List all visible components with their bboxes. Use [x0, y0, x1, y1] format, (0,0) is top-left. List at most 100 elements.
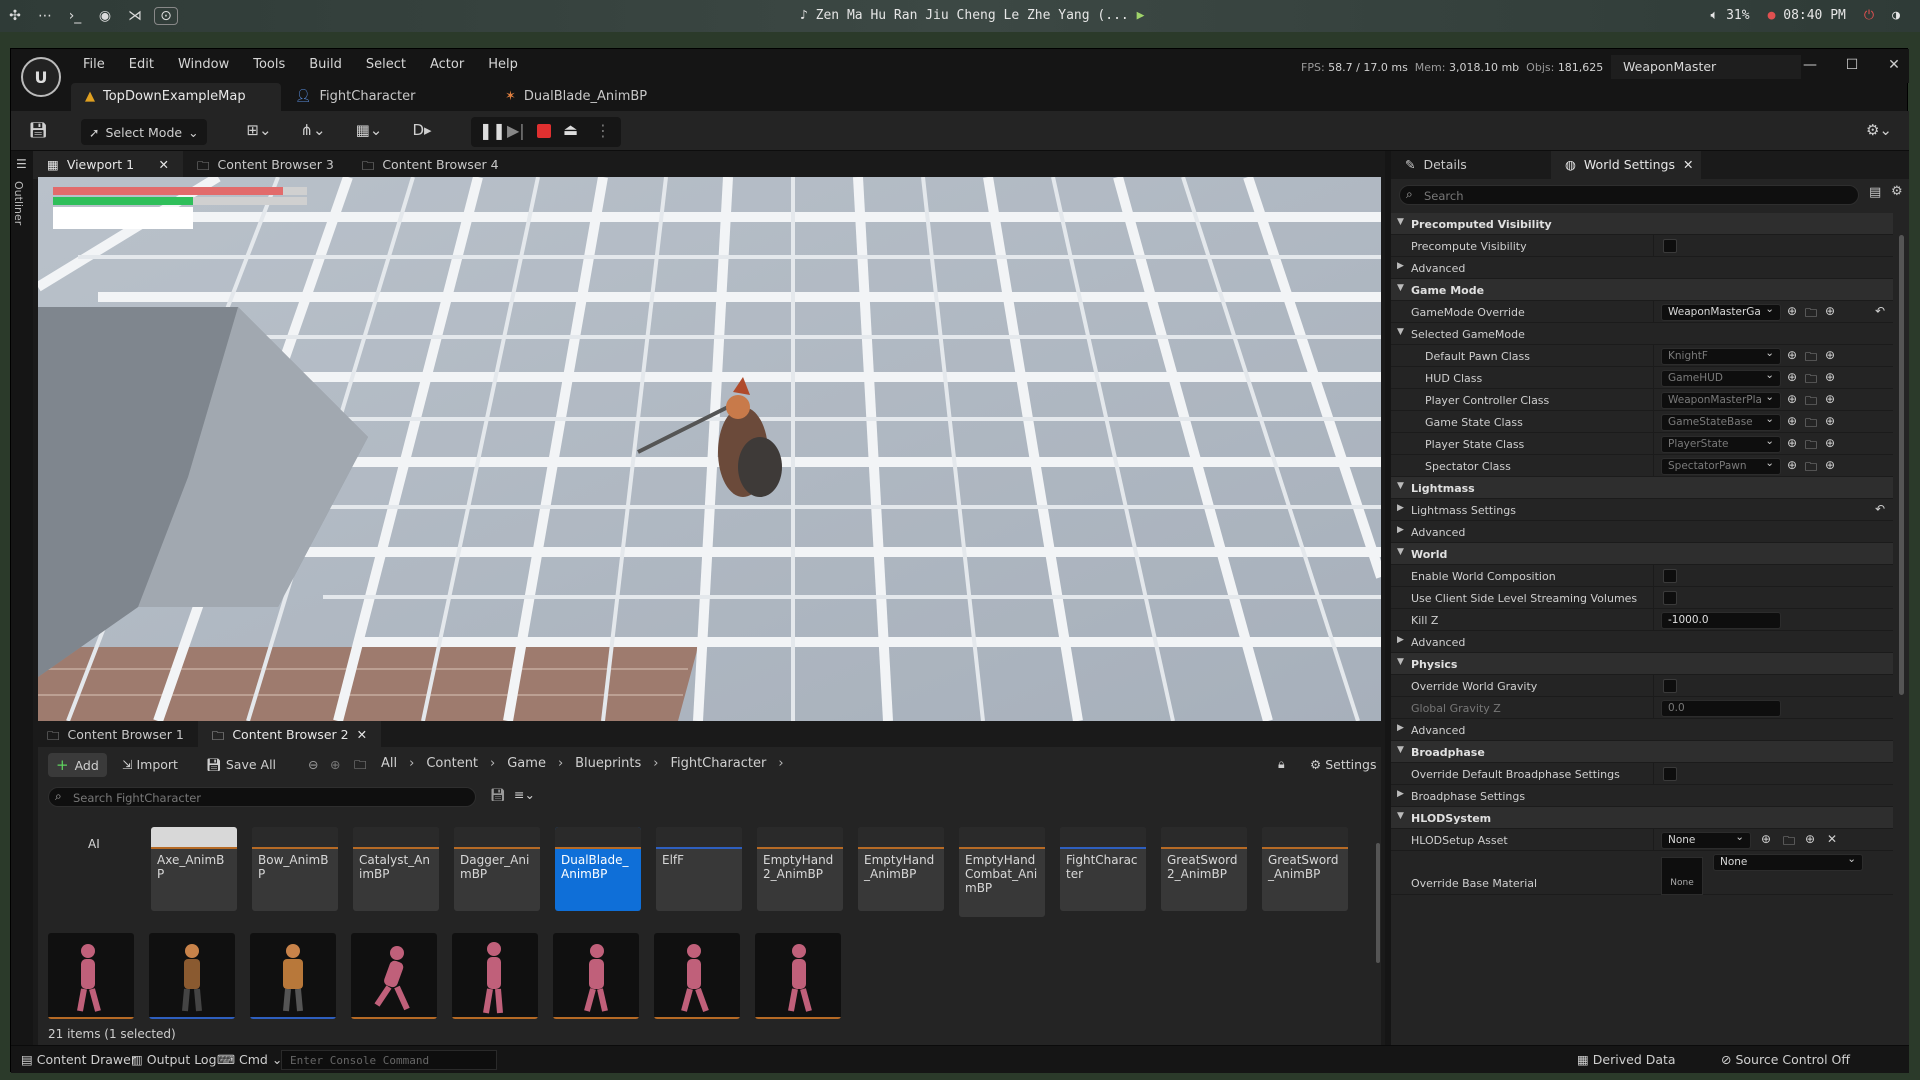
- output-log-button[interactable]: ▥ Output Log: [131, 1052, 217, 1067]
- browse-icon[interactable]: ⊕: [1761, 832, 1771, 846]
- asset-thumbnail[interactable]: [553, 933, 639, 1019]
- menu-file[interactable]: File: [71, 57, 117, 72]
- chevron-right-icon[interactable]: ›: [490, 756, 495, 771]
- player-state-dropdown[interactable]: PlayerState: [1661, 436, 1781, 453]
- filter-icon[interactable]: ≡⌄: [514, 787, 535, 802]
- tab-viewport-1[interactable]: ▦ Viewport 1 ✕: [33, 151, 183, 179]
- folder-icon[interactable]: 🗀︎: [1805, 392, 1817, 413]
- precompute-visibility-checkbox[interactable]: [1663, 239, 1677, 253]
- browse-icon[interactable]: ⊕: [1787, 370, 1797, 384]
- advanced-row[interactable]: ▶ Advanced: [1391, 521, 1893, 543]
- spectator-dropdown[interactable]: SpectatorPawn: [1661, 458, 1781, 475]
- browse-icon[interactable]: ⊕: [1787, 458, 1797, 472]
- player-controller-dropdown[interactable]: WeaponMasterPla: [1661, 392, 1781, 409]
- add-icon[interactable]: ⊕: [1825, 458, 1835, 472]
- category-lightmass[interactable]: ▼ Lightmass: [1391, 477, 1893, 499]
- asset-thumbnail[interactable]: [250, 933, 336, 1019]
- asset-thumbnail[interactable]: [654, 933, 740, 1019]
- category-world[interactable]: ▼ World: [1391, 543, 1893, 565]
- override-gravity-checkbox[interactable]: [1663, 679, 1677, 693]
- folder-icon[interactable]: 🗀︎: [1783, 832, 1795, 853]
- browse-icon[interactable]: ⊕: [1787, 414, 1797, 428]
- advanced-row[interactable]: ▶ Advanced: [1391, 257, 1893, 279]
- folder-icon[interactable]: 🗀︎: [1805, 304, 1817, 325]
- category-precomputed-visibility[interactable]: ▼ Precomputed Visibility: [1391, 213, 1893, 235]
- asset-tile[interactable]: Dagger_AnimBP: [454, 827, 540, 911]
- menu-tools[interactable]: Tools: [241, 57, 297, 72]
- select-mode-dropdown[interactable]: ➚ Select Mode ⌄: [81, 119, 207, 145]
- settings-gear-icon[interactable]: ⚙⌄: [1861, 121, 1897, 143]
- folder-icon[interactable]: 🗀︎: [1805, 414, 1817, 435]
- advanced-row[interactable]: ▶ Advanced: [1391, 719, 1893, 741]
- asset-thumbnail[interactable]: [48, 933, 134, 1019]
- selected-gamemode-row[interactable]: ▼ Selected GameMode: [1391, 323, 1893, 345]
- category-hlod-system[interactable]: ▼ HLODSystem: [1391, 807, 1893, 829]
- details-scrollbar[interactable]: [1899, 235, 1904, 695]
- global-gravity-input[interactable]: 0.0: [1661, 700, 1781, 717]
- asset-tile[interactable]: EmptyHand2_AnimBP: [757, 827, 843, 911]
- game-viewport[interactable]: [38, 177, 1381, 721]
- reset-icon[interactable]: ↶: [1875, 304, 1885, 318]
- folder-ai[interactable]: AI: [48, 821, 128, 893]
- minimize-icon[interactable]: —: [1795, 57, 1825, 73]
- advanced-row[interactable]: ▶ Advanced: [1391, 631, 1893, 653]
- details-search-input[interactable]: ⌕ Search: [1399, 185, 1859, 205]
- broadphase-settings-row[interactable]: ▶ Broadphase Settings: [1391, 785, 1893, 807]
- asset-tile[interactable]: Catalyst_AnimBP: [353, 827, 439, 911]
- content-drawer-button[interactable]: ▤ Content Drawer: [21, 1052, 136, 1067]
- kill-z-input[interactable]: -1000.0: [1661, 612, 1781, 629]
- add-icon[interactable]: ⊕: [1825, 392, 1835, 406]
- blueprint-icon[interactable]: ⋔⌄: [295, 121, 331, 143]
- outliner-label[interactable]: Outliner: [12, 181, 25, 225]
- history-forward-icon[interactable]: ⊕: [330, 757, 340, 772]
- eject-icon[interactable]: ⏏: [563, 120, 578, 139]
- asset-tile[interactable]: GreatSword_AnimBP: [1262, 827, 1348, 911]
- category-game-mode[interactable]: ▼ Game Mode: [1391, 279, 1893, 301]
- unreal-logo-icon[interactable]: U: [21, 57, 61, 97]
- add-icon[interactable]: ⊕: [1825, 370, 1835, 384]
- category-physics[interactable]: ▼ Physics: [1391, 653, 1893, 675]
- add-icon[interactable]: ⊕: [1825, 348, 1835, 362]
- chevron-right-icon[interactable]: ›: [409, 756, 414, 771]
- derived-data-button[interactable]: ▦ Derived Data: [1577, 1052, 1676, 1067]
- close-window-icon[interactable]: ✕: [1879, 57, 1909, 73]
- menu-build[interactable]: Build: [297, 57, 354, 72]
- default-pawn-dropdown[interactable]: KnightF: [1661, 348, 1781, 365]
- asset-thumbnail[interactable]: [755, 933, 841, 1019]
- menu-select[interactable]: Select: [354, 57, 418, 72]
- browse-icon[interactable]: ⊕: [1787, 392, 1797, 406]
- chevron-right-icon[interactable]: ›: [558, 756, 563, 771]
- gamepad-icon[interactable]: ⊙: [154, 7, 178, 25]
- tab-content-browser-3[interactable]: 🗀︎ Content Browser 3: [183, 151, 348, 179]
- folder-icon[interactable]: 🗀︎: [1805, 458, 1817, 479]
- tab-content-browser-2[interactable]: 🗀︎ Content Browser 2 ✕: [197, 721, 382, 749]
- lightmass-settings-row[interactable]: ▶ Lightmass Settings ↶: [1391, 499, 1893, 521]
- power-icon[interactable]: ⏻: [1864, 8, 1874, 23]
- crumb-content[interactable]: Content: [426, 756, 478, 771]
- asset-tile[interactable]: EmptyHand_AnimBP: [858, 827, 944, 911]
- doc-tab-map[interactable]: ▲ TopDownExampleMap: [71, 83, 281, 111]
- tab-details[interactable]: ✎ Details: [1391, 151, 1551, 179]
- chevron-right-icon[interactable]: ›: [778, 756, 783, 771]
- world-composition-checkbox[interactable]: [1663, 569, 1677, 583]
- vscode-icon[interactable]: ⋊: [120, 8, 150, 24]
- crumb-game[interactable]: Game: [507, 756, 546, 771]
- client-streaming-checkbox[interactable]: [1663, 591, 1677, 605]
- save-icon[interactable]: 💾︎: [25, 121, 51, 143]
- clear-icon[interactable]: ✕: [1827, 832, 1837, 846]
- menu-edit[interactable]: Edit: [117, 57, 166, 72]
- tab-world-settings[interactable]: ◍ World Settings ✕: [1551, 151, 1701, 179]
- asset-tile[interactable]: ElfF: [656, 827, 742, 911]
- doc-tab-fightcharacter[interactable]: 👤︎ FightCharacter: [281, 83, 491, 111]
- outliner-icon[interactable]: ☰: [16, 157, 27, 171]
- browse-icon[interactable]: ⊕: [1787, 348, 1797, 362]
- lock-icon[interactable]: 🔒︎: [1278, 756, 1285, 772]
- asset-thumbnail[interactable]: [351, 933, 437, 1019]
- add-actor-icon[interactable]: ⊞⌄: [241, 121, 277, 143]
- category-broadphase[interactable]: ▼ Broadphase: [1391, 741, 1893, 763]
- browse-icon[interactable]: ⊕: [1787, 436, 1797, 450]
- close-tab-icon[interactable]: ✕: [159, 157, 169, 173]
- terminal-icon[interactable]: ›_: [60, 8, 90, 24]
- chevron-right-icon[interactable]: ›: [653, 756, 658, 771]
- asset-thumbnail[interactable]: [149, 933, 235, 1019]
